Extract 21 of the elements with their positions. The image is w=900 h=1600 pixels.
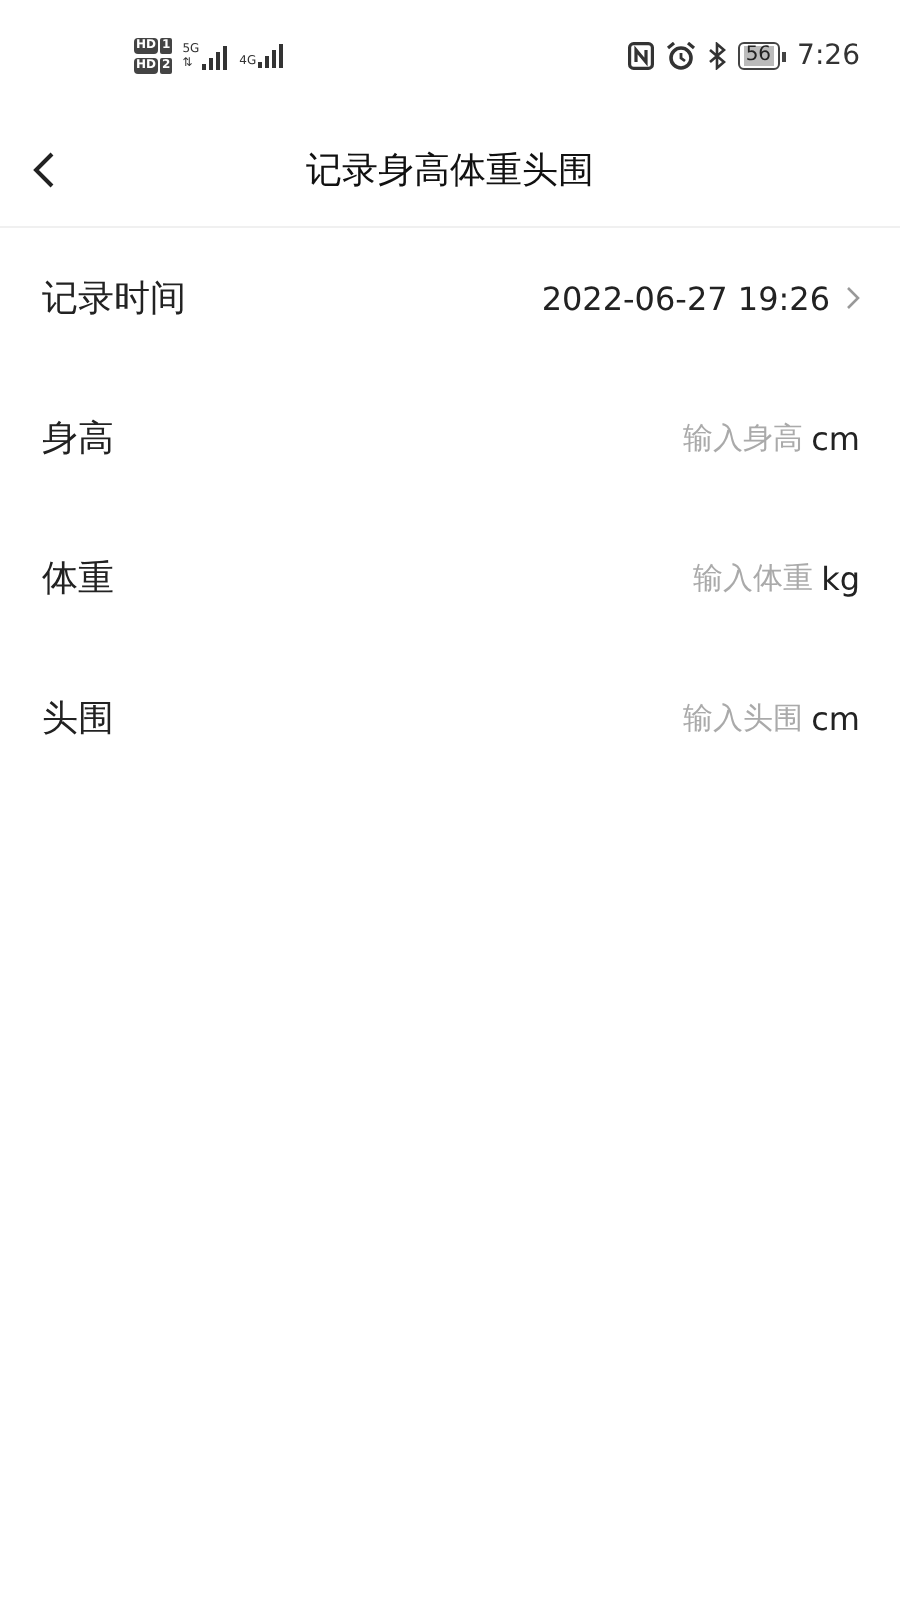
- nfc-icon: [627, 42, 654, 70]
- input-field[interactable]: 输入头围: [643, 700, 804, 736]
- bluetooth-icon: [707, 42, 726, 70]
- clock-time: 7:26: [797, 40, 860, 72]
- signal-icon: [201, 46, 230, 70]
- battery-level: 56: [743, 46, 774, 66]
- field-label: 记录时间: [42, 276, 186, 322]
- signal-icon: [258, 44, 287, 68]
- input-field[interactable]: 输入身高: [643, 420, 804, 456]
- unit-label: kg: [821, 559, 860, 597]
- input-field[interactable]: 输入体重: [653, 560, 814, 596]
- unit-label: cm: [811, 699, 860, 737]
- page-title: 记录身高体重头围: [304, 147, 596, 193]
- field-label: 身高: [42, 416, 114, 462]
- alarm-icon: [665, 42, 696, 70]
- date-picker[interactable]: 2022-06-27 19:26: [541, 279, 860, 317]
- unit-label: cm: [811, 419, 860, 457]
- field-label: 头围: [42, 696, 114, 742]
- field-label: 体重: [42, 556, 114, 602]
- back-icon: [32, 149, 56, 189]
- chevron-right-icon: [846, 286, 860, 310]
